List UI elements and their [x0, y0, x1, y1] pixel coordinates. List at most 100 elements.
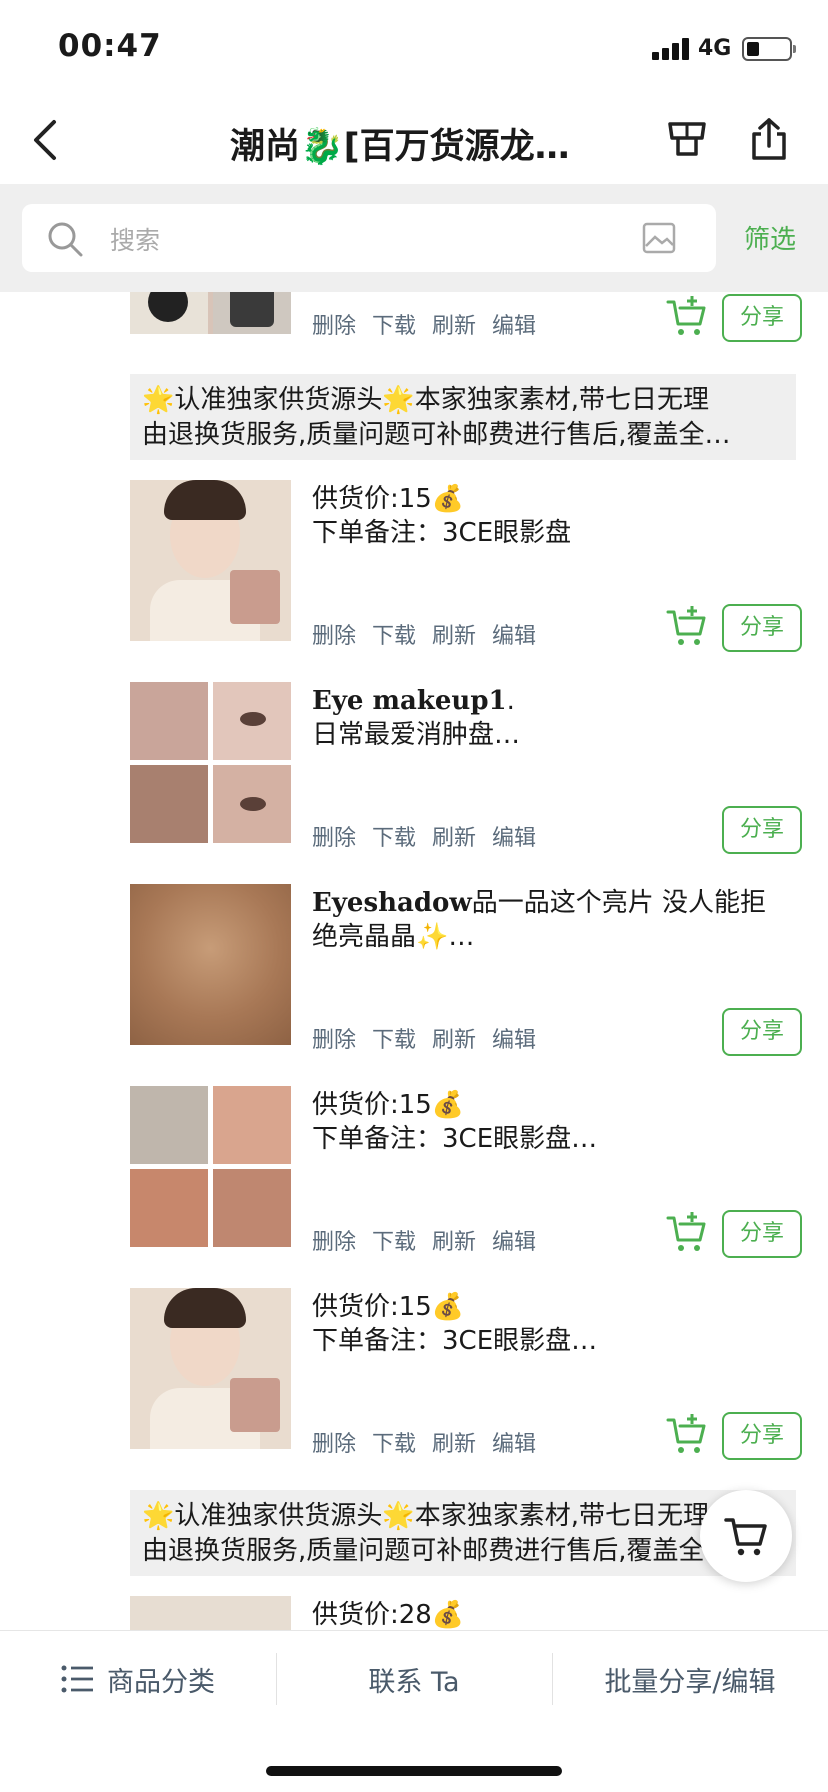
item-line: 绝亮晶晶✨…	[312, 922, 475, 952]
item-description: 供货价:15💰 下单备注：3CE眼影盘	[312, 482, 802, 550]
back-button[interactable]	[28, 116, 68, 164]
tab-category[interactable]: 商品分类	[0, 1631, 276, 1727]
download-button[interactable]: 下载	[372, 1230, 416, 1255]
item-description: Eyeshadow品一品这个亮片 没人能拒 绝亮晶晶✨…	[312, 886, 802, 954]
product-image[interactable]	[130, 1086, 291, 1247]
delete-button[interactable]: 删除	[312, 1028, 356, 1053]
delete-button[interactable]: 删除	[312, 624, 356, 649]
share-button[interactable]: 分享	[722, 294, 802, 342]
item-line: 下单备注：3CE眼影盘…	[312, 1326, 598, 1356]
image-search-icon[interactable]	[642, 222, 676, 254]
tab-contact-label: 联系 Ta	[368, 1666, 460, 1698]
item-line: Eyeshadow品一品这个亮片 没人能拒	[312, 886, 802, 920]
delete-button[interactable]: 删除	[312, 826, 356, 851]
product-feed[interactable]: 删除 下载 刷新 编辑 分享 🌟认准独家供货源头🌟本家独家素材,带七日无理 由退换货服…	[0, 292, 828, 1630]
list-icon	[61, 1665, 93, 1693]
item-description: 供货价:15💰 下单备注：3CE眼影盘…	[312, 1088, 802, 1156]
share-button[interactable]: 分享	[722, 604, 802, 652]
item-line: 供货价:15💰	[312, 484, 465, 514]
delete-button[interactable]: 删除	[312, 1230, 356, 1255]
chevron-left-icon	[34, 120, 56, 160]
item-line: 下单备注：3CE眼影盘…	[312, 1124, 598, 1154]
download-button[interactable]: 下载	[372, 1432, 416, 1457]
item-title-bold: Eyeshadow	[312, 888, 472, 918]
nav-bar: 潮尚🐉[百万货源龙…	[0, 96, 828, 184]
item-actions: 删除 下载 刷新 编辑	[312, 820, 552, 852]
product-image[interactable]	[130, 480, 291, 641]
notice-banner[interactable]: 🌟认准独家供货源头🌟本家独家素材,带七日无理 由退换货服务,质量问题可补邮费进行…	[130, 1490, 796, 1576]
refresh-button[interactable]: 刷新	[432, 1230, 476, 1255]
share-button[interactable]: 分享	[722, 1412, 802, 1460]
edit-button[interactable]: 编辑	[492, 1432, 536, 1457]
share-icon	[752, 118, 786, 160]
share-button[interactable]: 分享	[722, 806, 802, 854]
filter-button[interactable]: 筛选	[744, 219, 796, 256]
delete-button[interactable]: 删除	[312, 314, 356, 339]
status-time: 00:47	[58, 28, 162, 64]
refresh-button[interactable]: 刷新	[432, 314, 476, 339]
refresh-button[interactable]: 刷新	[432, 1432, 476, 1457]
notice-line: 由退换货服务,质量问题可补邮费进行售后,覆盖全…	[142, 420, 731, 450]
signal-icon	[652, 38, 690, 60]
search-input[interactable]: 搜索	[22, 204, 716, 272]
tab-batch-share-label: 批量分享/编辑	[604, 1666, 776, 1698]
item-line: Eye makeup1.	[312, 684, 802, 718]
item-line: 供货价:28💰	[312, 1600, 465, 1630]
item-actions: 删除 下载 刷新 编辑	[312, 308, 552, 340]
cart-icon	[724, 1518, 767, 1556]
add-to-cart-icon[interactable]	[666, 1212, 708, 1254]
notice-banner[interactable]: 🌟认准独家供货源头🌟本家独家素材,带七日无理 由退换货服务,质量问题可补邮费进行…	[130, 374, 796, 460]
notice-line: 🌟认准独家供货源头🌟本家独家素材,带七日无理	[142, 1501, 710, 1531]
share-button[interactable]: 分享	[722, 1210, 802, 1258]
item-line: 下单备注：3CE眼影盘	[312, 518, 572, 548]
item-actions: 删除 下载 刷新 编辑	[312, 1022, 552, 1054]
product-image[interactable]	[130, 1596, 291, 1630]
tab-batch-share[interactable]: 批量分享/编辑	[552, 1631, 828, 1727]
product-image[interactable]	[130, 884, 291, 1045]
delete-button[interactable]: 删除	[312, 1432, 356, 1457]
product-image[interactable]	[130, 682, 291, 843]
notice-line: 🌟认准独家供货源头🌟本家独家素材,带七日无理	[142, 385, 710, 415]
download-button[interactable]: 下载	[372, 314, 416, 339]
search-area: 搜索 筛选	[0, 184, 828, 292]
item-description: 供货价:15💰 下单备注：3CE眼影盘…	[312, 1290, 802, 1358]
edit-button[interactable]: 编辑	[492, 1230, 536, 1255]
add-to-cart-icon[interactable]	[666, 1414, 708, 1456]
tab-category-label: 商品分类	[107, 1666, 215, 1698]
item-line: 供货价:15💰	[312, 1090, 465, 1120]
product-image[interactable]	[130, 1288, 291, 1449]
search-placeholder: 搜索	[110, 226, 161, 255]
item-line: 日常最爱消肿盘…	[312, 720, 521, 750]
refresh-button[interactable]: 刷新	[432, 1028, 476, 1053]
share-page-button[interactable]	[746, 116, 792, 162]
item-description: 供货价:28💰	[312, 1598, 802, 1630]
item-actions: 删除 下载 刷新 编辑	[312, 1224, 552, 1256]
item-title-rest: .	[506, 686, 515, 716]
store-icon	[668, 122, 706, 156]
network-label: 4G	[698, 36, 732, 61]
download-button[interactable]: 下载	[372, 624, 416, 649]
edit-button[interactable]: 编辑	[492, 826, 536, 851]
battery-icon	[742, 37, 796, 61]
download-button[interactable]: 下载	[372, 1028, 416, 1053]
item-actions: 删除 下载 刷新 编辑	[312, 618, 552, 650]
cart-button[interactable]	[700, 1490, 792, 1582]
store-button[interactable]	[664, 116, 710, 162]
item-actions: 删除 下载 刷新 编辑	[312, 1426, 552, 1458]
share-button[interactable]: 分享	[722, 1008, 802, 1056]
product-image[interactable]	[130, 292, 291, 334]
tab-contact[interactable]: 联系 Ta	[276, 1631, 552, 1727]
item-title-rest: 品一品这个亮片 没人能拒	[471, 888, 767, 918]
edit-button[interactable]: 编辑	[492, 1028, 536, 1053]
refresh-button[interactable]: 刷新	[432, 826, 476, 851]
edit-button[interactable]: 编辑	[492, 624, 536, 649]
item-line: 供货价:15💰	[312, 1292, 465, 1322]
edit-button[interactable]: 编辑	[492, 314, 536, 339]
refresh-button[interactable]: 刷新	[432, 624, 476, 649]
bottom-bar: 商品分类 联系 Ta 批量分享/编辑	[0, 1630, 828, 1792]
notice-line: 由退换货服务,质量问题可补邮费进行售后,覆盖全…	[142, 1536, 731, 1566]
add-to-cart-icon[interactable]	[666, 296, 708, 338]
item-description: Eye makeup1. 日常最爱消肿盘…	[312, 684, 802, 752]
download-button[interactable]: 下载	[372, 826, 416, 851]
add-to-cart-icon[interactable]	[666, 606, 708, 648]
